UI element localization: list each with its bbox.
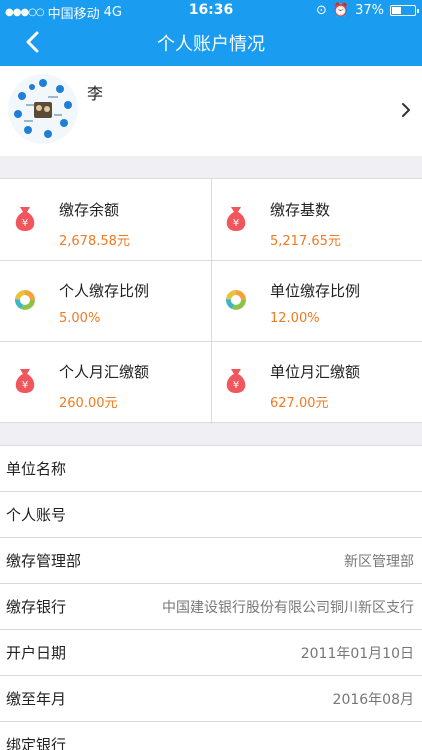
summary-personal-rate: 个人缴存比例 5.00% <box>0 260 211 341</box>
summary-personal-monthly: ¥ 个人月汇缴额 260.00元 <box>0 341 211 422</box>
money-bag-icon: ¥ <box>15 369 35 393</box>
chevron-right-icon[interactable] <box>400 102 412 118</box>
summary-label: 个人缴存比例 <box>59 282 150 300</box>
list-item: 开户日期 2011年01月10日 <box>0 630 422 676</box>
avatar <box>8 74 78 144</box>
summary-label: 单位月汇缴额 <box>270 363 361 381</box>
summary-label: 缴存余额 <box>59 201 120 219</box>
detail-label: 开户日期 <box>6 644 67 662</box>
summary-label: 单位缴存比例 <box>270 282 361 300</box>
money-bag-icon: ¥ <box>226 369 246 393</box>
account-details: 单位名称 个人账号 缴存管理部 新区管理部 缴存银行 中国建设银行股份有限公司铜… <box>0 445 422 750</box>
money-bag-icon: ¥ <box>226 207 246 231</box>
svg-text:¥: ¥ <box>233 218 239 229</box>
list-item: 个人账号 <box>0 492 422 538</box>
svg-text:¥: ¥ <box>22 218 28 229</box>
summary-base: ¥ 缴存基数 5,217.65元 <box>211 179 422 260</box>
page-title: 个人账户情况 <box>157 34 265 55</box>
summary-label: 个人月汇缴额 <box>59 363 150 381</box>
donut-chart-icon <box>225 289 246 310</box>
list-item: 单位名称 <box>0 446 422 492</box>
detail-value: 2016年08月 <box>332 692 414 708</box>
list-item: 绑定银行 <box>0 722 422 750</box>
detail-value: 新区管理部 <box>344 554 414 570</box>
list-item: 缴至年月 2016年08月 <box>0 676 422 722</box>
summary-label: 缴存基数 <box>270 201 331 219</box>
battery-percent: 37% <box>355 3 384 18</box>
battery-icon <box>390 5 419 16</box>
summary-value: 12.00% <box>270 311 320 326</box>
donut-chart-icon <box>14 289 35 310</box>
detail-label: 个人账号 <box>6 506 67 524</box>
status-bar: ●●●○○ 中国移动 4G 16:36 ⊙ ⏰ 37% <box>0 0 422 22</box>
rotation-lock-icon: ⊙ <box>316 3 327 18</box>
alarm-icon: ⏰ <box>332 3 350 18</box>
detail-value: 2011年01月10日 <box>300 646 414 662</box>
user-name: 李 <box>87 84 104 103</box>
money-bag-icon: ¥ <box>15 207 35 231</box>
summary-value: 627.00元 <box>270 396 329 411</box>
detail-label: 缴存管理部 <box>6 552 82 570</box>
detail-label: 单位名称 <box>6 460 67 478</box>
detail-value: 中国建设银行股份有限公司铜川新区支行 <box>162 600 414 616</box>
svg-text:¥: ¥ <box>233 380 239 391</box>
detail-label: 缴至年月 <box>6 690 67 708</box>
summary-balance: ¥ 缴存余额 2,678.58元 <box>0 179 211 260</box>
list-item: 缴存管理部 新区管理部 <box>0 538 422 584</box>
svg-text:¥: ¥ <box>22 380 28 391</box>
list-item: 缴存银行 中国建设银行股份有限公司铜川新区支行 <box>0 584 422 630</box>
summary-value: 5,217.65元 <box>270 234 341 249</box>
summary-value: 2,678.58元 <box>59 234 130 249</box>
summary-value: 260.00元 <box>59 396 118 411</box>
detail-label: 缴存银行 <box>6 598 67 616</box>
detail-label: 绑定银行 <box>6 736 67 750</box>
summary-value: 5.00% <box>59 311 101 326</box>
summary-employer-rate: 单位缴存比例 12.00% <box>211 260 422 341</box>
summary-grid: ¥ 缴存余额 2,678.58元 ¥ 缴存基数 5,217.65元 个人缴存比例… <box>0 178 422 424</box>
profile-card[interactable]: 李 <box>0 66 422 156</box>
summary-employer-monthly: ¥ 单位月汇缴额 627.00元 <box>211 341 422 422</box>
top-bar: ●●●○○ 中国移动 4G 16:36 ⊙ ⏰ 37% 个人账户情况 <box>0 0 422 66</box>
